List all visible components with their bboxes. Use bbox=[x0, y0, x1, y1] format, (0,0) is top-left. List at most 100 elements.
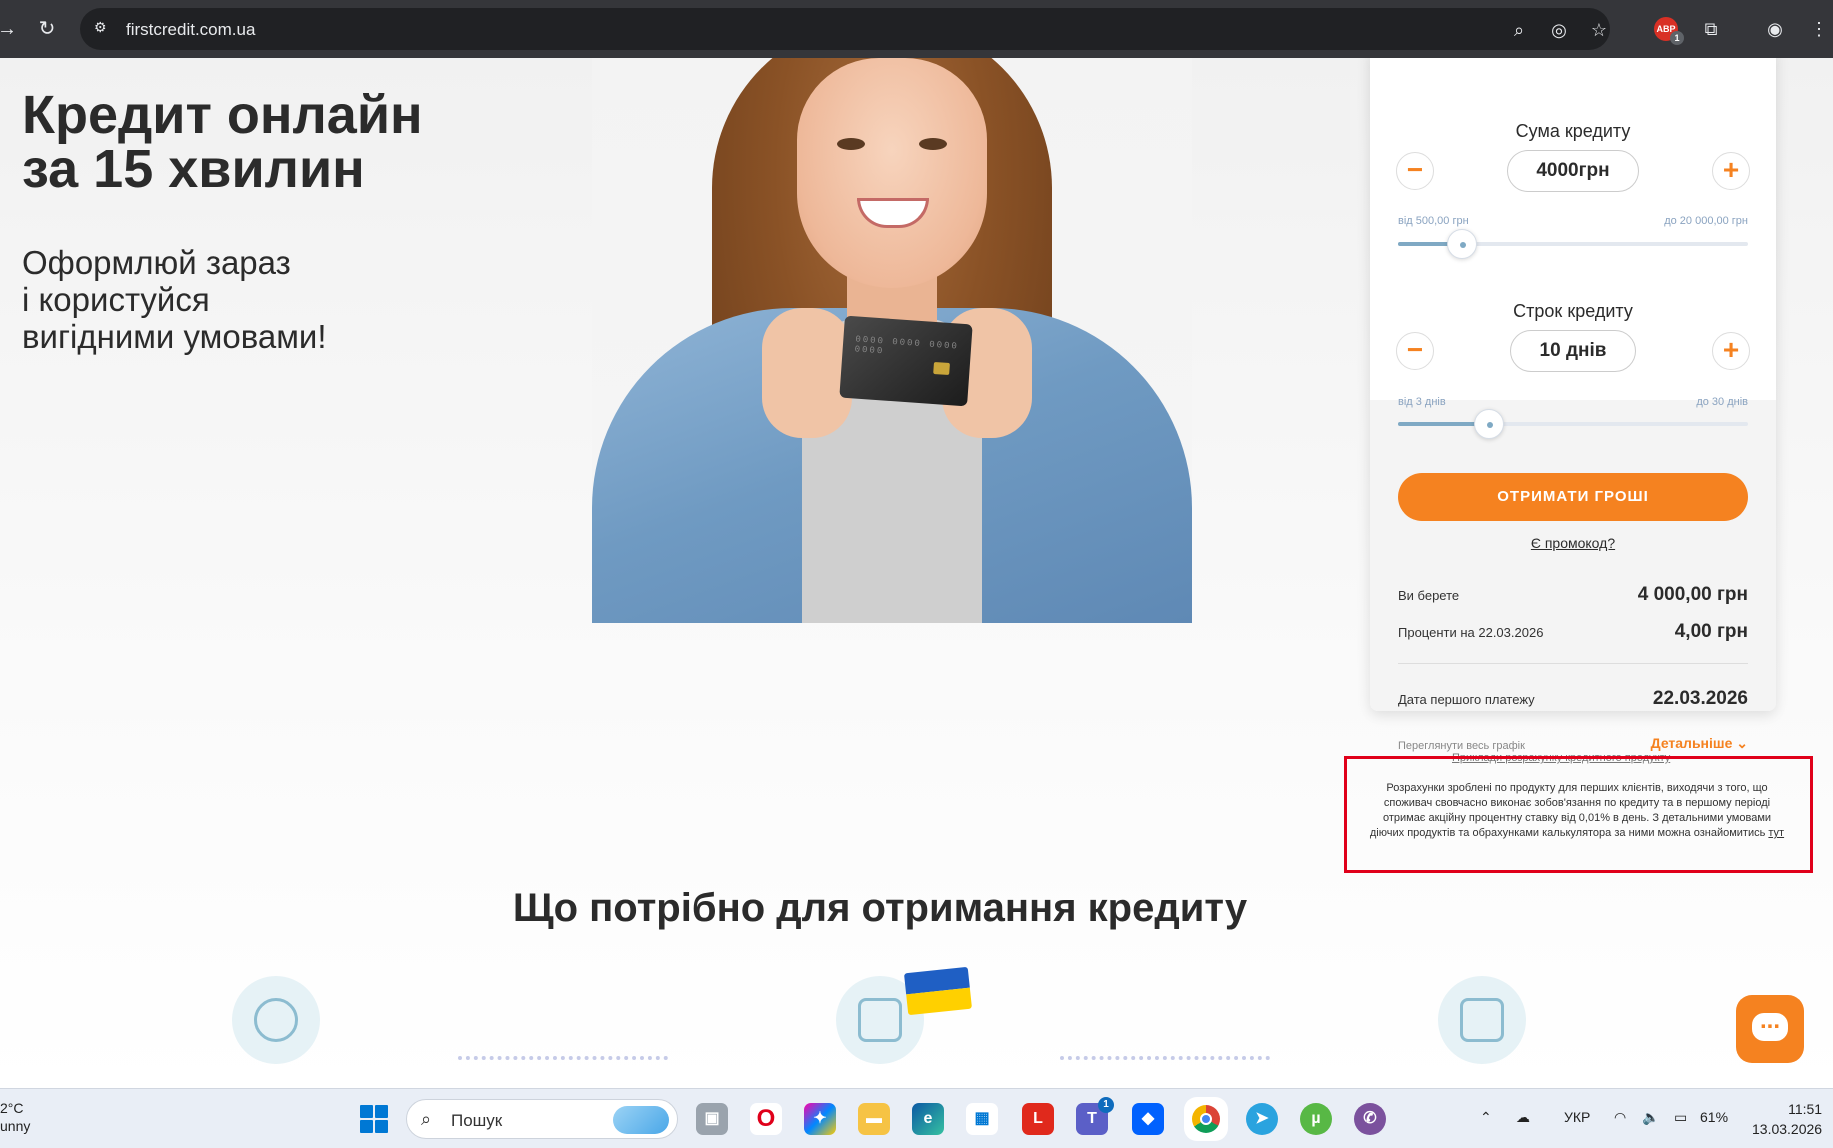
amount-slider-thumb[interactable] bbox=[1447, 229, 1478, 259]
amount-increase-button[interactable]: + bbox=[1712, 152, 1750, 190]
site-info-icon[interactable]: ⚙ bbox=[94, 19, 114, 39]
amount-slider[interactable] bbox=[1398, 229, 1748, 259]
utorrent-icon[interactable]: µ bbox=[1300, 1103, 1332, 1135]
term-slider[interactable] bbox=[1398, 409, 1748, 439]
summary-label: Ви берете bbox=[1398, 588, 1460, 603]
page-content: Кредит онлайн за 15 хвилин Оформлюй зара… bbox=[0, 58, 1833, 1088]
reload-icon[interactable]: ↻ bbox=[32, 14, 62, 44]
term-title: Строк кредиту bbox=[1513, 301, 1633, 321]
clock-date: 13.03.2026 bbox=[1752, 1121, 1823, 1137]
chevron-up-icon[interactable]: ⌃ bbox=[1480, 1109, 1492, 1126]
weather-widget[interactable]: 2°C unny bbox=[0, 1099, 30, 1135]
url-text[interactable]: firstcredit.com.ua bbox=[126, 20, 255, 40]
chrome-icon[interactable] bbox=[1190, 1103, 1222, 1135]
bookmark-star-icon[interactable]: ☆ bbox=[1588, 19, 1610, 41]
get-money-button[interactable]: ОТРИМАТИ ГРОШІ bbox=[1398, 473, 1748, 521]
menu-kebab-icon[interactable]: ⋮ bbox=[1806, 16, 1832, 42]
summary-divider bbox=[1398, 663, 1748, 664]
battery-icon[interactable]: ▭ bbox=[1674, 1109, 1687, 1126]
term-increase-button[interactable]: + bbox=[1712, 332, 1750, 370]
loan-calculator: Сума кредиту − 4000грн + від 500,00 грн … bbox=[1370, 58, 1776, 752]
volume-icon[interactable]: 🔈 bbox=[1642, 1109, 1659, 1126]
search-icon: ⌕ bbox=[421, 1109, 432, 1129]
card-digits: 0000 0000 0000 0000 bbox=[854, 334, 960, 357]
opera-icon[interactable]: O bbox=[750, 1103, 782, 1135]
details-label[interactable]: Детальніше bbox=[1651, 735, 1733, 751]
hero-subtitle-line2: і користуйся bbox=[22, 281, 210, 318]
dotted-divider bbox=[1060, 1056, 1270, 1060]
view-schedule-link[interactable]: Переглянути весь графік bbox=[1398, 740, 1525, 752]
battery-percent: 61% bbox=[1700, 1109, 1729, 1125]
amount-input[interactable]: 4000грн bbox=[1507, 150, 1639, 192]
chat-support-button[interactable] bbox=[1736, 995, 1804, 1063]
profile-icon[interactable]: ◉ bbox=[1762, 16, 1788, 42]
clock-time: 11:51 bbox=[1788, 1101, 1823, 1117]
l-app-icon[interactable]: L bbox=[1022, 1103, 1054, 1135]
copilot-icon[interactable]: ✦ bbox=[804, 1103, 836, 1135]
system-clock[interactable]: 11:51 13.03.2026 bbox=[1752, 1099, 1822, 1139]
taskbar-search-placeholder[interactable]: Пошук bbox=[451, 1111, 502, 1131]
summary-value: 22.03.2026 bbox=[1652, 688, 1748, 709]
bank-card-check-icon bbox=[1438, 976, 1526, 1064]
promo-code-label[interactable]: Є промокод? bbox=[1531, 535, 1615, 551]
summary-label: Дата першого платежу bbox=[1398, 692, 1535, 707]
highlighted-disclaimer: Розрахунки зроблені по продукту для перш… bbox=[1344, 756, 1813, 873]
viber-icon[interactable]: ✆ bbox=[1354, 1103, 1386, 1135]
hero-title: Кредит онлайн за 15 хвилин bbox=[22, 88, 423, 196]
edge-icon[interactable]: e bbox=[912, 1103, 944, 1135]
zoom-icon[interactable]: ⌕ bbox=[1508, 19, 1530, 41]
term-input[interactable]: 10 днів bbox=[1510, 330, 1636, 372]
term-max-label: до 30 днів bbox=[1696, 396, 1748, 408]
windows-taskbar: 2°C unny ⌕ Пошук ▣ O ✦ ▬ e ▦ L T1 ◆ ➤ µ … bbox=[0, 1088, 1833, 1148]
teams-icon[interactable]: T1 bbox=[1076, 1097, 1114, 1135]
amount-min-label: від 500,00 грн bbox=[1398, 215, 1469, 227]
hero-subtitle-line1: Оформлюй зараз bbox=[22, 244, 291, 281]
amount-title: Сума кредиту bbox=[1515, 121, 1631, 141]
extensions-puzzle-icon[interactable]: ⧉ bbox=[1698, 16, 1724, 42]
hero-title-line1: Кредит онлайн bbox=[22, 85, 423, 145]
task-view-icon[interactable]: ▣ bbox=[696, 1103, 728, 1135]
amount-decrease-button[interactable]: − bbox=[1396, 152, 1434, 190]
summary-value: 4,00 грн bbox=[1674, 621, 1748, 642]
disclaimer-here-link[interactable]: тут bbox=[1768, 827, 1784, 839]
amount-max-label: до 20 000,00 грн bbox=[1664, 215, 1748, 227]
file-explorer-icon[interactable]: ▬ bbox=[858, 1103, 890, 1135]
chat-bubble-icon bbox=[1752, 1007, 1788, 1041]
term-min-label: від 3 днів bbox=[1398, 396, 1446, 408]
hero-subtitle: Оформлюй зараз і користуйся вигідними ум… bbox=[22, 244, 327, 355]
back-icon[interactable]: → bbox=[0, 14, 22, 44]
requirements-section-title: Що потрібно для отримання кредиту bbox=[512, 886, 1248, 930]
thumbs-up-icon bbox=[232, 976, 320, 1064]
calculator-summary-panel bbox=[1370, 400, 1776, 711]
browser-toolbar: → ↻ ⚙ firstcredit.com.ua ⌕ ◎ ☆ ABP 1 ⧉ ◉… bbox=[0, 0, 1833, 58]
credit-card-image: 0000 0000 0000 0000 bbox=[839, 315, 973, 407]
search-highlight-image bbox=[613, 1106, 669, 1134]
onedrive-icon[interactable]: ☁ bbox=[1516, 1109, 1530, 1126]
store-icon[interactable]: ▦ bbox=[966, 1103, 998, 1135]
ukraine-flag-icon bbox=[903, 966, 973, 1016]
summary-value: 4 000,00 грн bbox=[1637, 584, 1748, 605]
taskbar-search[interactable]: ⌕ Пошук bbox=[406, 1099, 678, 1139]
hero-photo-woman-with-card: 0000 0000 0000 0000 bbox=[592, 58, 1192, 623]
weather-description: unny bbox=[0, 1118, 31, 1134]
teams-badge: 1 bbox=[1098, 1097, 1114, 1113]
chevron-down-icon: ⌄ bbox=[1736, 735, 1748, 751]
promo-code-link[interactable]: Є промокод? bbox=[1370, 535, 1776, 551]
address-bar[interactable]: ⚙ firstcredit.com.ua ⌕ ◎ ☆ bbox=[80, 8, 1610, 50]
term-decrease-button[interactable]: − bbox=[1396, 332, 1434, 370]
extension-badge: 1 bbox=[1670, 31, 1684, 45]
details-link[interactable]: Детальніше ⌄ bbox=[1651, 735, 1748, 752]
input-language[interactable]: УКР bbox=[1564, 1109, 1590, 1125]
disclaimer-text: Розрахунки зроблені по продукту для перш… bbox=[1367, 781, 1787, 841]
weather-temperature: 2°C bbox=[0, 1100, 24, 1116]
telegram-icon[interactable]: ➤ bbox=[1246, 1103, 1278, 1135]
term-slider-thumb[interactable] bbox=[1473, 409, 1504, 439]
adblock-extension-icon[interactable]: ABP 1 bbox=[1654, 17, 1684, 45]
dropbox-icon[interactable]: ◆ bbox=[1132, 1103, 1164, 1135]
summary-label: Проценти на 22.03.2026 bbox=[1398, 625, 1544, 640]
windows-start-icon[interactable] bbox=[360, 1105, 388, 1133]
hero-subtitle-line3: вигідними умовами! bbox=[22, 318, 327, 355]
disclaimer-body: Розрахунки зроблені по продукту для перш… bbox=[1369, 782, 1772, 839]
eye-off-icon[interactable]: ◎ bbox=[1548, 19, 1570, 41]
wifi-icon[interactable]: ◠ bbox=[1614, 1109, 1626, 1126]
